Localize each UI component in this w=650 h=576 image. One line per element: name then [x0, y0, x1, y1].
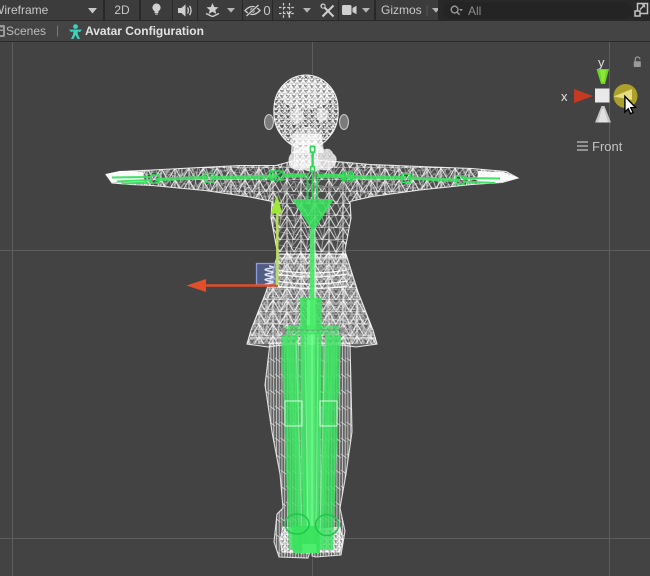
- svg-text:Front: Front: [592, 139, 623, 154]
- svg-text:Y: Y: [286, 9, 292, 18]
- svg-text:y: y: [598, 55, 605, 70]
- svg-text:x: x: [561, 89, 568, 104]
